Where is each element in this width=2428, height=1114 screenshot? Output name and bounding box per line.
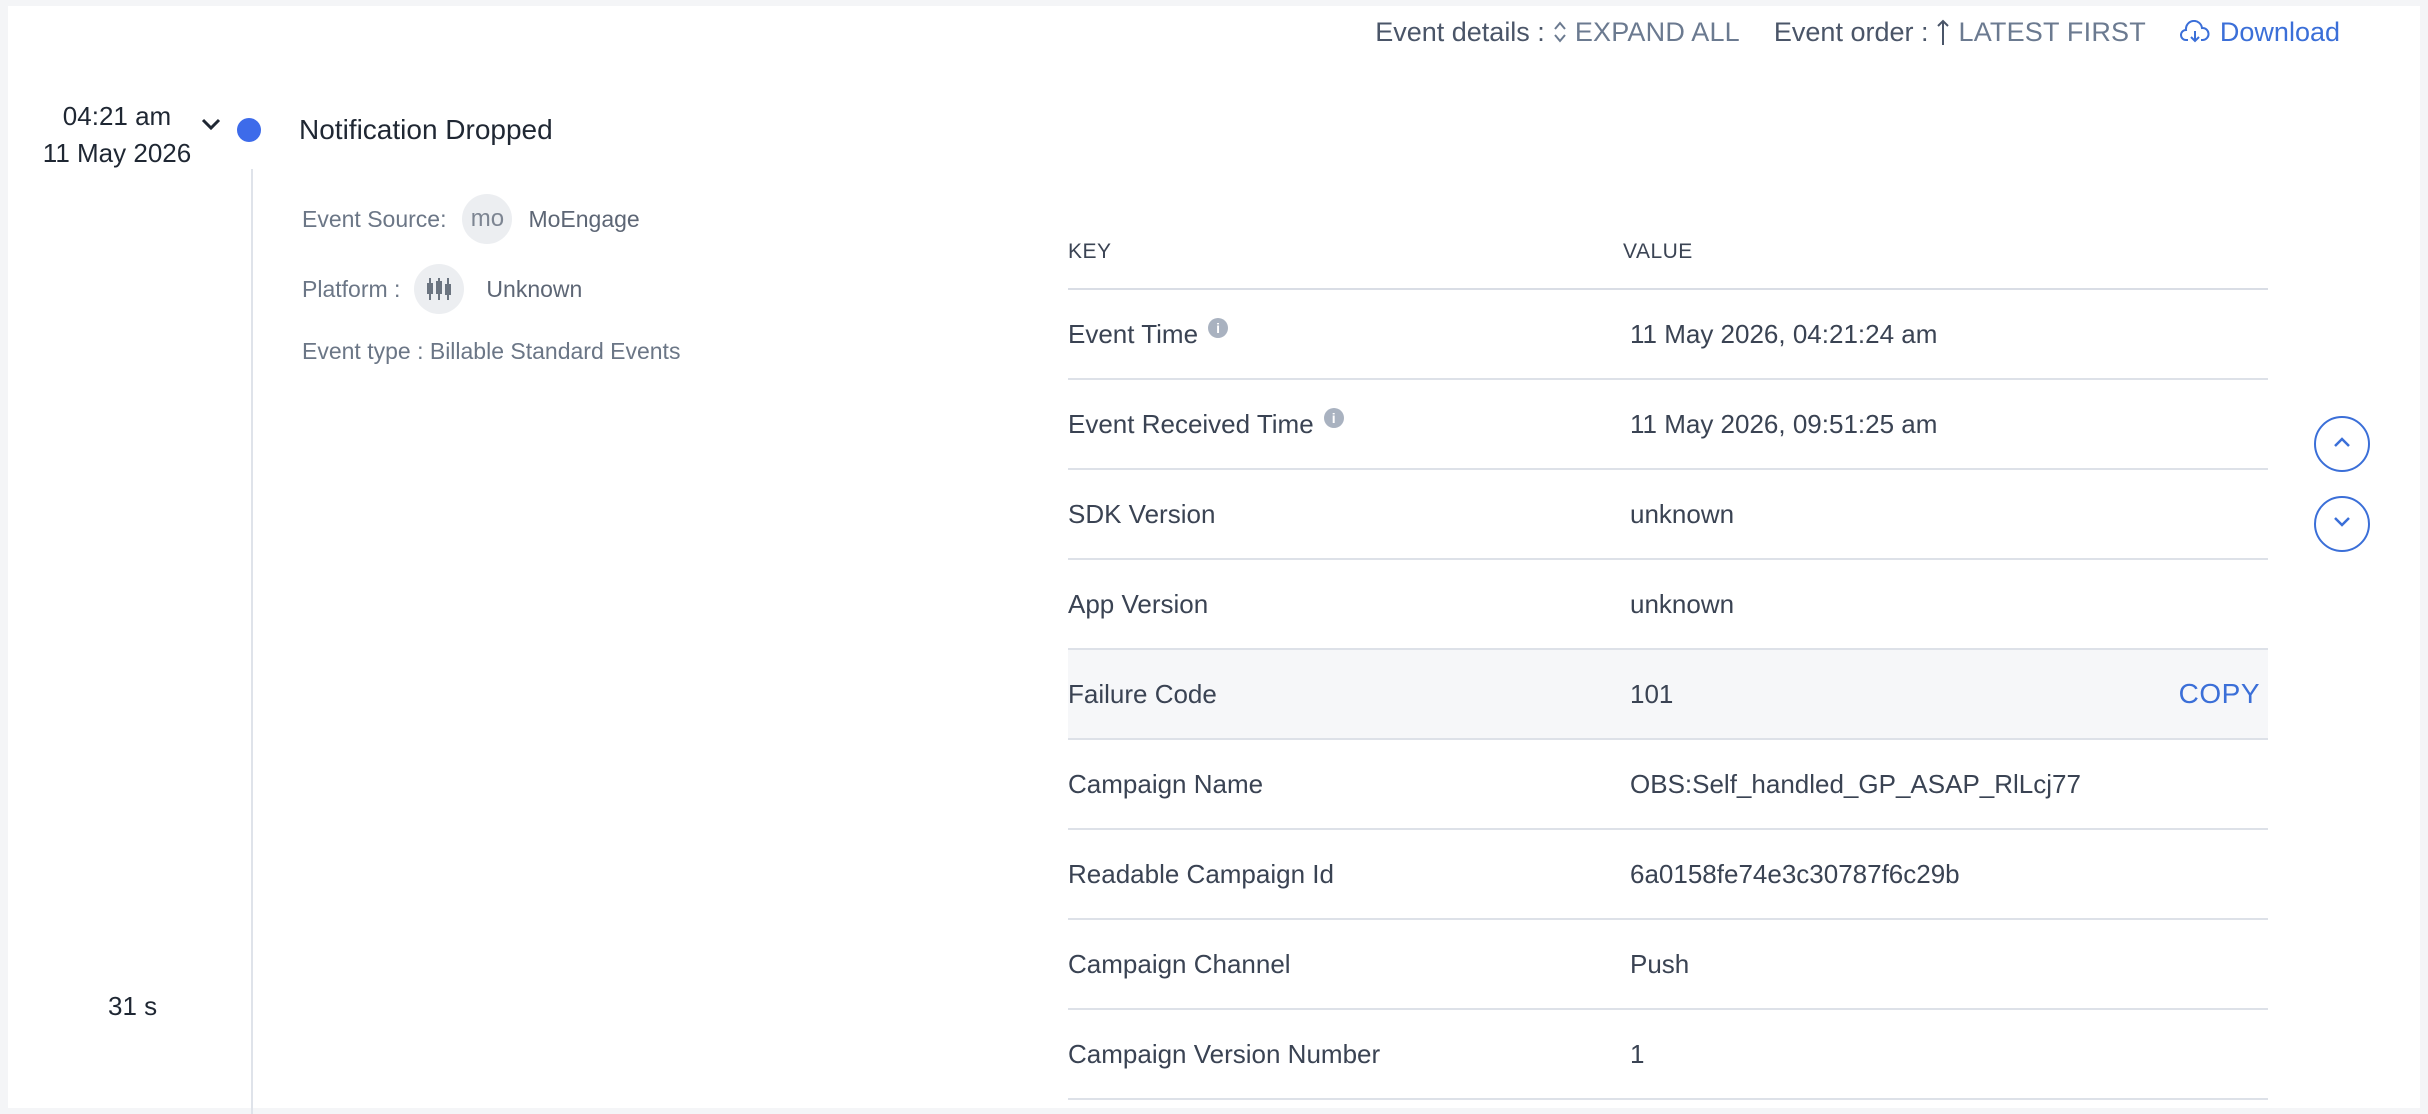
row-key: App Version xyxy=(1068,589,1630,620)
row-value: Push xyxy=(1630,948,1690,979)
expand-all-button[interactable]: EXPAND ALL xyxy=(1575,17,1740,48)
row-value: unknown xyxy=(1630,588,1735,619)
value-header: VALUE xyxy=(1623,240,1693,263)
download-button[interactable]: Download xyxy=(2179,16,2340,48)
table-header: KEY VALUE xyxy=(1068,216,2268,290)
scroll-down-button[interactable] xyxy=(2314,496,2370,552)
row-value: 11 May 2026, 04:21:24 am xyxy=(1630,318,1938,349)
platform-label: Platform : xyxy=(302,275,401,302)
event-date: 11 May 2026 xyxy=(42,138,192,168)
table-row: Event Received Time i 11 May 2026, 09:51:2… xyxy=(1068,380,2268,470)
event-source-label: Event Source: xyxy=(302,205,447,232)
row-value: unknown xyxy=(1630,498,1735,529)
platform-icon xyxy=(414,264,465,314)
table-row: Campaign Version Number 1 xyxy=(1068,1010,2268,1100)
event-order-control[interactable]: Event order : LATEST FIRST xyxy=(1774,17,2146,48)
row-key: Failure Code xyxy=(1068,679,1630,710)
row-key: Campaign Name xyxy=(1068,769,1630,800)
arrow-up-icon xyxy=(1936,18,1950,46)
source-badge: mo xyxy=(462,194,513,244)
table-row: SDK Version unknown xyxy=(1068,470,2268,560)
chevron-down-icon[interactable] xyxy=(200,116,222,137)
download-label: Download xyxy=(2219,16,2340,47)
info-icon[interactable]: i xyxy=(1323,408,1344,428)
event-source-value: MoEngage xyxy=(528,205,640,232)
platform: Platform : Unknown xyxy=(302,264,582,314)
row-key-text: Campaign Version Number xyxy=(1068,1038,1381,1069)
row-key-text: Event Received Time xyxy=(1068,408,1314,439)
row-value: 11 May 2026, 09:51:25 am xyxy=(1630,408,1938,439)
event-details-label: Event details : xyxy=(1375,16,1545,47)
expand-icon xyxy=(1553,19,1567,45)
row-key-text: SDK Version xyxy=(1068,498,1216,529)
row-key-text: Failure Code xyxy=(1068,678,1217,709)
event-details-control[interactable]: Event details : EXPAND ALL xyxy=(1375,17,1740,48)
row-key-text: Campaign Name xyxy=(1068,768,1264,799)
event-attributes-table: KEY VALUE Event Time i 11 May 2026, 04:21:… xyxy=(1068,216,2268,1100)
table-row: Failure Code 101 COPY xyxy=(1068,650,2268,740)
row-key-text: Event Time xyxy=(1068,318,1199,349)
row-key: Campaign Version Number xyxy=(1068,1039,1630,1070)
key-header: KEY xyxy=(1068,240,1112,263)
event-timestamp: 04:21 am 11 May 2026 xyxy=(38,98,196,172)
row-key: SDK Version xyxy=(1068,499,1630,530)
table-row: Campaign Name OBS:Self_handled_GP_ASAP_Rl… xyxy=(1068,740,2268,830)
event-type: Event type : Billable Standard Events xyxy=(302,338,680,365)
row-key: Readable Campaign Id xyxy=(1068,859,1630,890)
event-order-label: Event order : xyxy=(1773,16,1929,47)
toolbar: Event details : EXPAND ALL Event order :… xyxy=(1375,12,2340,52)
platform-value: Unknown xyxy=(486,275,583,302)
row-key-text: Readable Campaign Id xyxy=(1068,858,1334,889)
row-key-text: Campaign Channel xyxy=(1068,948,1291,979)
table-row: Event Time i 11 May 2026, 04:21:24 am xyxy=(1068,290,2268,380)
row-key: Event Received Time i xyxy=(1068,408,1630,440)
event-time: 04:21 am xyxy=(62,101,172,131)
chevron-down-icon xyxy=(2332,515,2352,534)
row-key: Campaign Channel xyxy=(1068,949,1630,980)
event-source: Event Source: mo MoEngage xyxy=(302,194,640,244)
event-duration: 31 s xyxy=(108,991,158,1021)
chevron-up-icon xyxy=(2332,435,2352,454)
table-row: Readable Campaign Id 6a0158fe74e3c30787f6… xyxy=(1068,830,2268,920)
row-key: Event Time i xyxy=(1068,318,1630,350)
event-title: Notification Dropped xyxy=(299,114,553,145)
latest-first-button[interactable]: LATEST FIRST xyxy=(1958,17,2145,48)
event-type-text: Event type : Billable Standard Events xyxy=(302,338,681,364)
table-row: Campaign Channel Push xyxy=(1068,920,2268,1010)
timeline-line xyxy=(251,169,253,1114)
scroll-up-button[interactable] xyxy=(2314,416,2370,472)
copy-button[interactable]: COPY xyxy=(2179,678,2260,710)
info-icon[interactable]: i xyxy=(1208,318,1229,338)
timeline-dot xyxy=(237,118,261,142)
cloud-download-icon xyxy=(2179,20,2210,44)
row-value: OBS:Self_handled_GP_ASAP_RlLcj77 xyxy=(1630,768,2081,799)
row-key-text: App Version xyxy=(1068,588,1209,619)
event-panel: Event details : EXPAND ALL Event order :… xyxy=(8,6,2420,1114)
row-value: 1 xyxy=(1630,1038,1645,1069)
row-value: 6a0158fe74e3c30787f6c29b xyxy=(1630,858,1960,889)
row-value: 101 xyxy=(1630,678,1674,709)
table-row: App Version unknown xyxy=(1068,560,2268,650)
